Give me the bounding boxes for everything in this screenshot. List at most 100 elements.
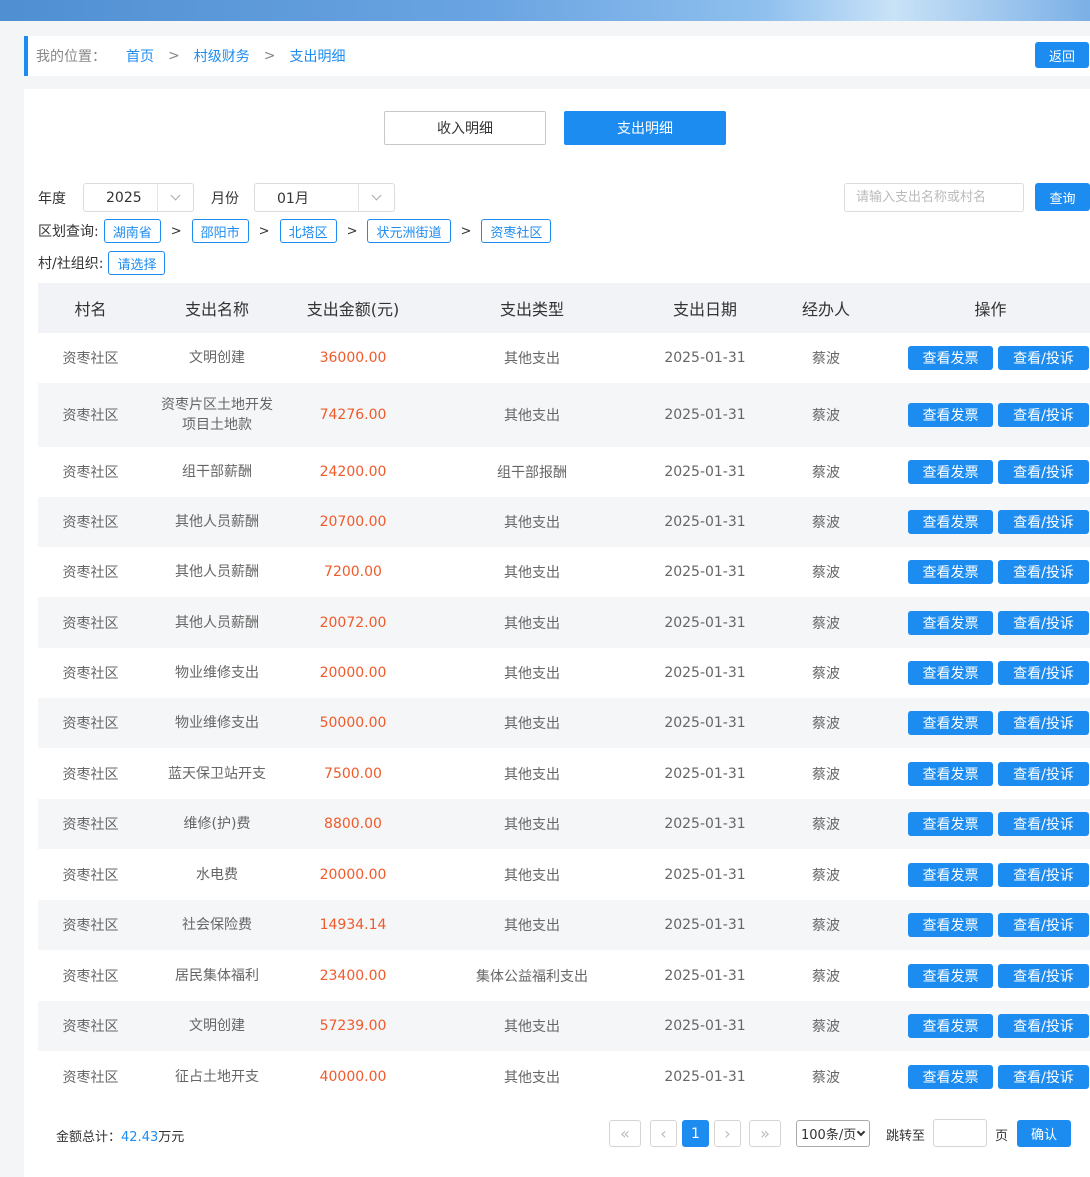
cell-action: 查看发票 查看/投诉 [891, 950, 1090, 1001]
table-row: 资枣社区 蓝天保卫站开支 7500.00 其他支出 2025-01-31 蔡波 查看发票 查看… [38, 748, 1090, 799]
cell-action: 查看发票 查看/投诉 [891, 1051, 1090, 1102]
cell-handler: 蔡波 [812, 918, 840, 934]
view-complain-button[interactable]: 查看/投诉 [998, 711, 1089, 735]
cell-type: 其他支出 [504, 766, 560, 783]
cell-date: 2025-01-31 [664, 614, 746, 631]
cell-date: 2025-01-31 [664, 350, 746, 366]
cell-village: 资枣社区 [62, 918, 119, 934]
last-page-icon[interactable]: » [749, 1120, 781, 1147]
cell-action: 查看发票 查看/投诉 [891, 1001, 1090, 1051]
view-invoice-button[interactable]: 查看发票 [908, 1064, 993, 1089]
view-invoice-button[interactable]: 查看发票 [908, 403, 993, 427]
region-tag-community[interactable]: 资枣社区 [481, 219, 552, 243]
view-invoice-button[interactable]: 查看发票 [908, 1014, 993, 1038]
region-tag-street[interactable]: 状元洲街道 [367, 219, 451, 243]
cell-action: 查看发票 查看/投诉 [891, 333, 1090, 383]
cell-name: 其他人员薪酬 [175, 614, 259, 631]
cell-action: 查看发票 查看/投诉 [891, 547, 1090, 597]
view-invoice-button[interactable]: 查看发票 [908, 862, 993, 887]
view-invoice-button[interactable]: 查看发票 [908, 610, 993, 635]
first-page-icon[interactable]: « [609, 1120, 641, 1147]
tab-expense-detail[interactable]: 支出明细 [564, 111, 726, 145]
cell-handler: 蔡波 [812, 968, 840, 985]
header-village: 村名 [74, 300, 107, 319]
view-invoice-button[interactable]: 查看发票 [908, 460, 993, 484]
org-select-button[interactable]: 请选择 [108, 251, 166, 275]
view-complain-button[interactable]: 查看/投诉 [998, 460, 1089, 484]
prev-page-icon[interactable]: ‹ [650, 1120, 677, 1147]
view-complain-button[interactable]: 查看/投诉 [998, 610, 1089, 635]
cell-action: 查看发票 查看/投诉 [891, 648, 1090, 698]
page-size-select[interactable]: 100条/页 [796, 1120, 870, 1147]
region-filter-row: 区划查询: 湖南省 > 邵阳市 > 北塔区 > 状元洲街道 > 资枣社区 [38, 219, 552, 243]
view-complain-button[interactable]: 查看/投诉 [998, 560, 1089, 584]
view-complain-button[interactable]: 查看/投诉 [998, 761, 1089, 786]
view-complain-button[interactable]: 查看/投诉 [998, 1014, 1089, 1038]
cell-date: 2025-01-31 [664, 967, 746, 984]
view-invoice-button[interactable]: 查看发票 [908, 761, 993, 786]
cell-handler: 蔡波 [812, 465, 840, 481]
region-tag-province[interactable]: 湖南省 [103, 219, 161, 243]
cell-amount: 8800.00 [324, 816, 382, 832]
view-invoice-button[interactable]: 查看发票 [908, 346, 993, 370]
top-banner [0, 0, 1090, 21]
view-invoice-button[interactable]: 查看发票 [908, 661, 993, 685]
cell-type: 其他支出 [504, 666, 560, 682]
jump-page-input[interactable] [933, 1119, 987, 1147]
cell-name: 组干部薪酬 [182, 464, 252, 480]
cell-date: 2025-01-31 [664, 1018, 746, 1034]
view-invoice-button[interactable]: 查看发票 [908, 812, 993, 836]
view-complain-button[interactable]: 查看/投诉 [998, 661, 1089, 685]
search-input[interactable] [844, 183, 1024, 212]
cell-name: 社会保险费 [182, 917, 252, 933]
view-invoice-button[interactable]: 查看发票 [908, 560, 993, 584]
view-complain-button[interactable]: 查看/投诉 [998, 510, 1089, 534]
tab-income-detail[interactable]: 收入明细 [384, 111, 546, 145]
cell-handler: 蔡波 [812, 1019, 840, 1035]
view-invoice-button[interactable]: 查看发票 [908, 711, 993, 735]
month-select[interactable]: 01月 [254, 183, 395, 212]
table-row: 资枣社区 征占土地开支 40000.00 其他支出 2025-01-31 蔡波 查看发票 查看… [38, 1051, 1090, 1102]
region-label: 区划查询: [38, 224, 99, 240]
cell-village: 资枣社区 [62, 817, 119, 833]
cell-amount: 74276.00 [319, 407, 387, 423]
year-value: 2025 [106, 189, 142, 206]
view-complain-button[interactable]: 查看/投诉 [998, 1064, 1089, 1089]
confirm-button[interactable]: 确认 [1017, 1120, 1071, 1147]
view-complain-button[interactable]: 查看/投诉 [998, 913, 1089, 937]
cell-handler: 蔡波 [812, 408, 840, 424]
next-page-icon[interactable]: › [714, 1120, 741, 1147]
breadcrumb-village-finance[interactable]: 村级财务 [194, 46, 250, 66]
view-complain-button[interactable]: 查看/投诉 [998, 346, 1089, 370]
year-select[interactable]: 2025 [83, 183, 194, 212]
breadcrumb-separator: > [263, 48, 276, 64]
breadcrumb-separator: > [168, 48, 180, 64]
cell-name: 征占土地开支 [175, 1068, 259, 1085]
region-separator: > [170, 223, 182, 239]
breadcrumb-home[interactable]: 首页 [126, 46, 154, 66]
page-number-current[interactable]: 1 [682, 1120, 709, 1147]
back-button[interactable]: 返回 [1035, 42, 1089, 68]
view-complain-button[interactable]: 查看/投诉 [998, 963, 1089, 988]
view-invoice-button[interactable]: 查看发票 [908, 510, 993, 534]
view-invoice-button[interactable]: 查看发票 [908, 913, 993, 937]
org-label: 村/社组织: [38, 256, 104, 272]
cell-type: 其他支出 [504, 515, 560, 531]
cell-amount: 50000.00 [319, 715, 387, 731]
header-name: 支出名称 [184, 300, 249, 319]
view-invoice-button[interactable]: 查看发票 [908, 963, 993, 988]
breadcrumb-expense-detail[interactable]: 支出明细 [289, 46, 345, 66]
cell-date: 2025-01-31 [664, 816, 746, 832]
cell-amount: 14934.14 [319, 917, 387, 933]
table-body: 资枣社区 文明创建 36000.00 其他支出 2025-01-31 蔡波 查看发票 查看/投… [38, 333, 1090, 1102]
view-complain-button[interactable]: 查看/投诉 [998, 812, 1089, 836]
view-complain-button[interactable]: 查看/投诉 [998, 403, 1089, 427]
query-button[interactable]: 查询 [1035, 183, 1090, 211]
cell-village: 资枣社区 [62, 666, 119, 682]
cell-action: 查看发票 查看/投诉 [891, 383, 1090, 447]
table-row: 资枣社区 物业维修支出 20000.00 其他支出 2025-01-31 蔡波 查看发票 查看… [38, 648, 1090, 698]
view-complain-button[interactable]: 查看/投诉 [998, 862, 1089, 887]
cell-handler: 蔡波 [812, 565, 840, 581]
region-tag-city[interactable]: 邵阳市 [191, 219, 249, 243]
region-tag-district[interactable]: 北塔区 [279, 219, 337, 243]
